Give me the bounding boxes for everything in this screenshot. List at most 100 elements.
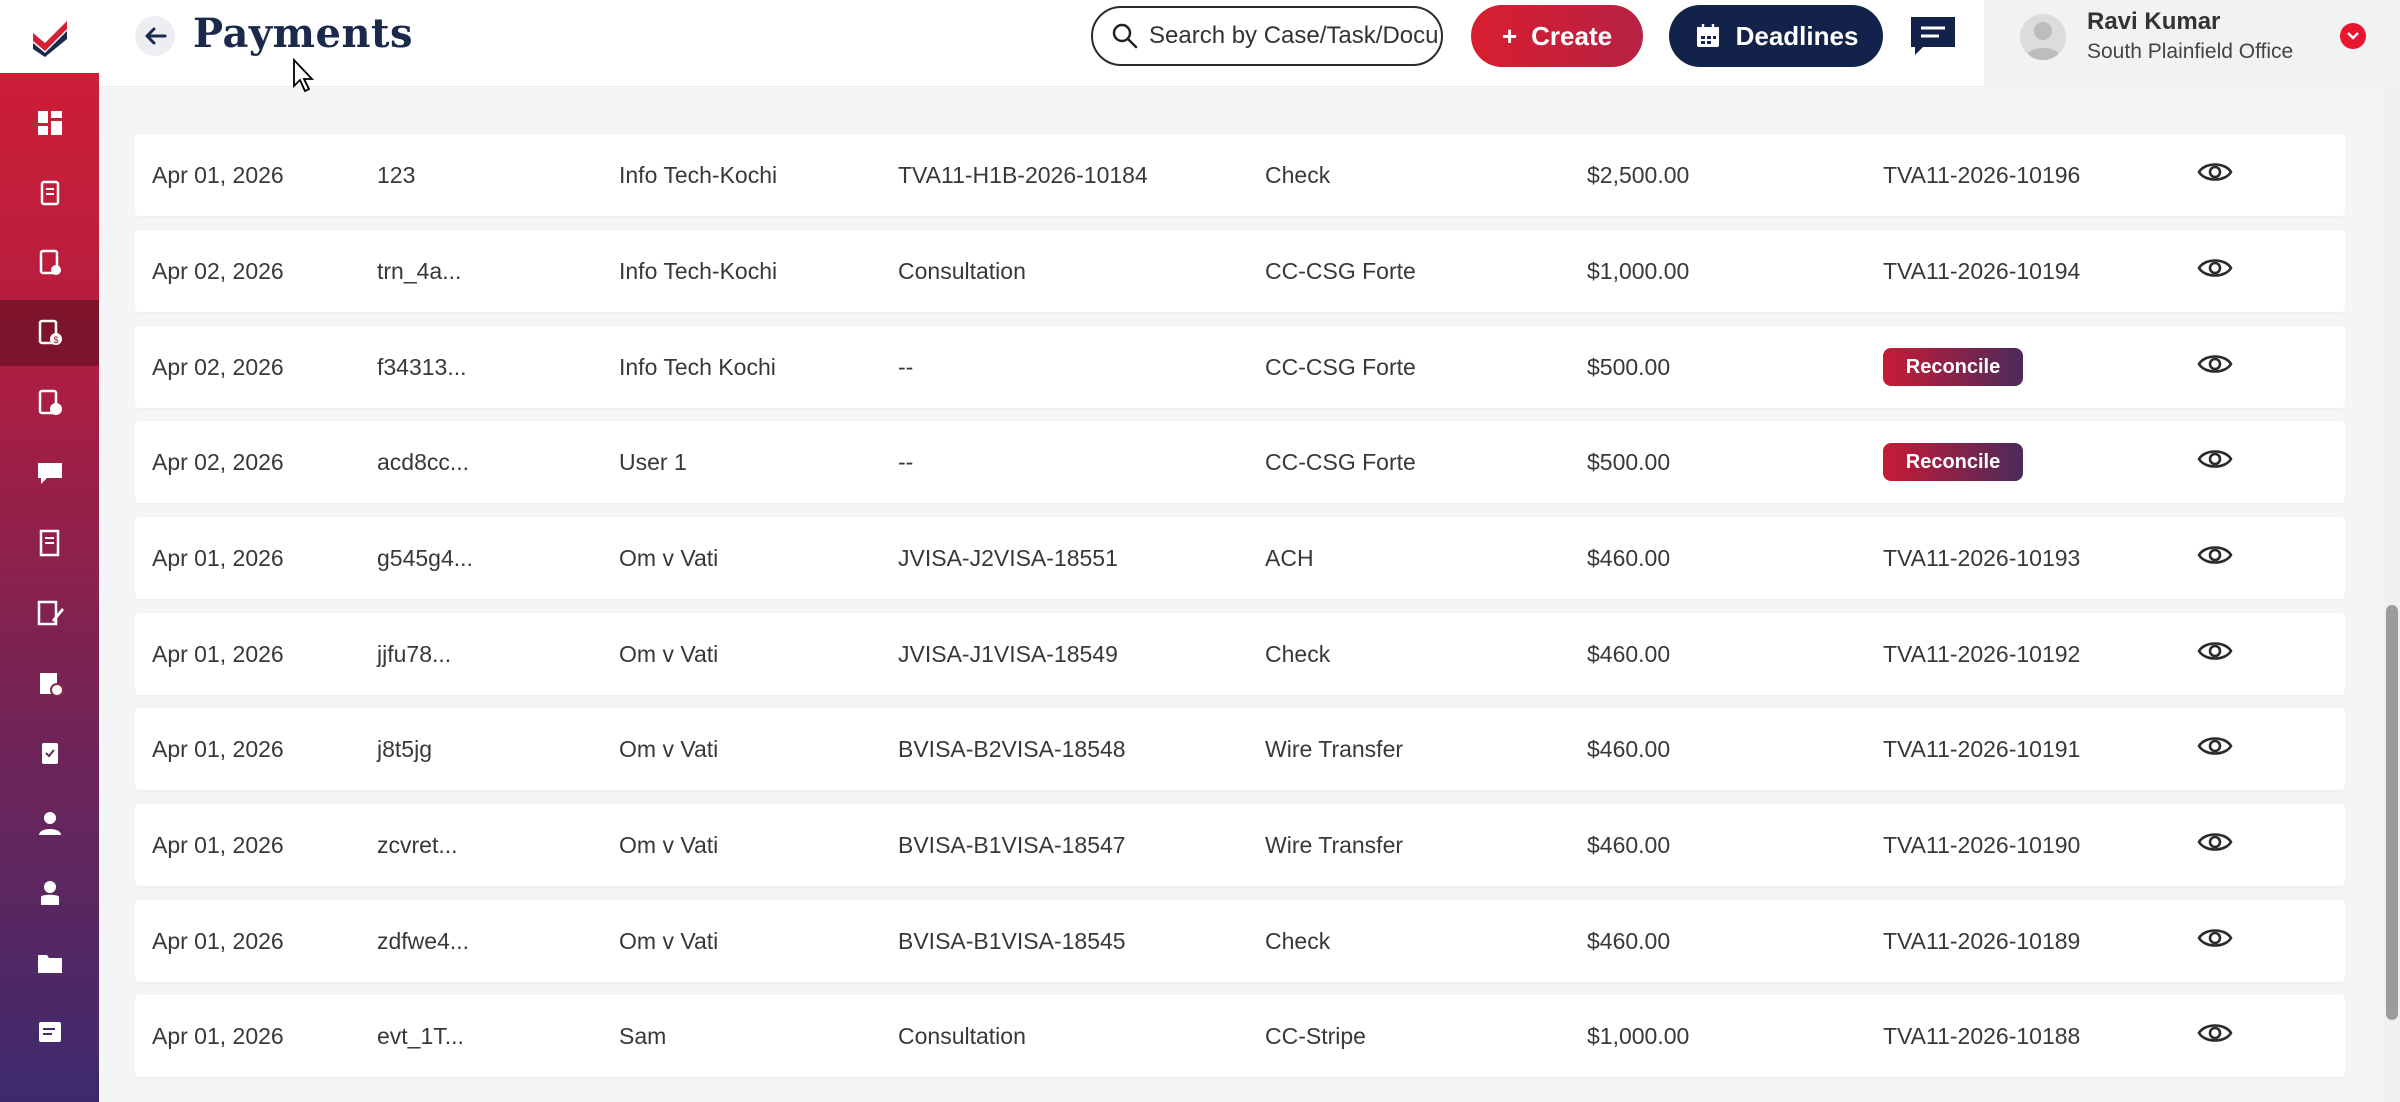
client-cell: Om v Vati xyxy=(619,641,719,667)
transaction-id-cell: 123 xyxy=(377,162,416,188)
arrow-left-icon xyxy=(145,27,167,45)
invoice-cell[interactable]: TVA11-2026-10194 xyxy=(1883,230,2080,312)
invoice-cell[interactable]: TVA11-2026-10189 xyxy=(1883,900,2080,982)
amount-cell: $500.00 xyxy=(1587,354,1671,380)
invoice-cell[interactable]: TVA11-2026-10192 xyxy=(1883,613,2080,695)
reconcile-button[interactable]: Reconcile xyxy=(1883,443,2023,481)
invoice-cell[interactable]: TVA11-2026-10196 xyxy=(1883,134,2080,216)
notes-edit-icon xyxy=(37,600,64,626)
transaction-id-cell: zdfwe4... xyxy=(377,928,470,954)
view-button[interactable] xyxy=(2197,540,2233,574)
view-button[interactable] xyxy=(2197,253,2233,287)
invoice-cell[interactable]: TVA11-2026-10193 xyxy=(1883,517,2080,599)
dashboard-icon xyxy=(37,111,62,135)
client-cell: Om v Vati xyxy=(619,545,719,571)
scrollbar-thumb[interactable] xyxy=(2386,605,2398,1020)
case-cell: TVA11-H1B-2026-10184 xyxy=(898,162,1148,188)
payment-method-cell: Check xyxy=(1265,162,1331,188)
back-button[interactable] xyxy=(135,16,175,56)
transaction-id-cell: f34313... xyxy=(377,354,467,380)
svg-text:$: $ xyxy=(53,335,58,345)
user-menu[interactable]: Ravi Kumar South Plainfield Office xyxy=(1984,0,2400,87)
date-cell: Apr 01, 2026 xyxy=(152,1023,284,1049)
sidebar-item-messages[interactable] xyxy=(0,440,99,506)
view-button[interactable] xyxy=(2197,827,2233,861)
user-name: Ravi Kumar xyxy=(2087,8,2221,35)
table-row[interactable]: Apr 01, 2026 zdfwe4... Om v Vati BVISA-B1VI… xyxy=(135,900,2345,982)
table-row[interactable]: Apr 01, 2026 zcvret... Om v Vati BVISA-B1VI… xyxy=(135,804,2345,886)
view-button[interactable] xyxy=(2197,1018,2233,1052)
deadlines-button[interactable]: Deadlines xyxy=(1669,5,1883,67)
table-row[interactable]: Apr 02, 2026 f34313... Info Tech Kochi -- CC… xyxy=(135,326,2345,408)
deadlines-button-label: Deadlines xyxy=(1735,20,1859,51)
payment-method-cell: CC-CSG Forte xyxy=(1265,354,1416,380)
sidebar-item-folders[interactable] xyxy=(0,930,99,996)
case-cell: -- xyxy=(898,449,914,475)
search-icon xyxy=(1112,23,1138,49)
view-button[interactable] xyxy=(2197,731,2233,765)
chat-icon xyxy=(1911,17,1955,55)
table-row[interactable]: Apr 01, 2026 123 Info Tech-Kochi TVA11-H1B-… xyxy=(135,134,2345,216)
payment-method-cell: CC-Stripe xyxy=(1265,1023,1366,1049)
view-button[interactable] xyxy=(2197,349,2233,383)
search-input[interactable] xyxy=(1149,22,1439,50)
search-box[interactable] xyxy=(1091,6,1443,66)
table-row[interactable]: Apr 02, 2026 acd8cc... User 1 -- CC-CSG Fort… xyxy=(135,421,2345,503)
table-row[interactable]: Apr 02, 2026 trn_4a... Info Tech-Kochi Cons… xyxy=(135,230,2345,312)
view-button[interactable] xyxy=(2197,444,2233,478)
contacts-icon xyxy=(38,812,61,835)
payment-method-cell: ACH xyxy=(1265,545,1314,571)
invoice-check-icon xyxy=(38,389,62,415)
table-row[interactable]: Apr 01, 2026 jjfu78... Om v Vati JVISA-J1VI… xyxy=(135,613,2345,695)
sidebar-item-invoices[interactable] xyxy=(0,370,99,436)
sidebar-item-ledger[interactable] xyxy=(0,510,99,576)
case-cell: Consultation xyxy=(898,1023,1026,1049)
amount-cell: $1,000.00 xyxy=(1587,258,1690,284)
app-logo[interactable] xyxy=(0,0,99,73)
sidebar-item-documents[interactable] xyxy=(0,160,99,226)
user-avatar-icon xyxy=(2025,22,2061,60)
sidebar-item-dashboard[interactable] xyxy=(0,90,99,156)
sidebar-item-notes[interactable] xyxy=(0,580,99,646)
user-menu-toggle[interactable] xyxy=(2340,23,2366,49)
eye-icon xyxy=(2197,1024,2233,1042)
view-button[interactable] xyxy=(2197,923,2233,957)
date-cell: Apr 02, 2026 xyxy=(152,449,284,475)
view-button[interactable] xyxy=(2197,636,2233,670)
date-cell: Apr 01, 2026 xyxy=(152,545,284,571)
invoice-cell[interactable]: TVA11-2026-10191 xyxy=(1883,708,2080,790)
amount-cell: $460.00 xyxy=(1587,545,1671,571)
amount-cell: $460.00 xyxy=(1587,736,1671,762)
sidebar-item-forms[interactable] xyxy=(0,230,99,296)
create-button[interactable]: + Create xyxy=(1471,5,1643,67)
sidebar-item-users[interactable] xyxy=(0,860,99,926)
table-row[interactable]: Apr 01, 2026 g545g4... Om v Vati JVISA-J2VI… xyxy=(135,517,2345,599)
sidebar-item-tasks[interactable] xyxy=(0,720,99,786)
chat-button[interactable] xyxy=(1909,14,1957,58)
case-cell: JVISA-J2VISA-18551 xyxy=(898,545,1118,571)
client-cell: Om v Vati xyxy=(619,832,719,858)
sidebar-item-contacts[interactable] xyxy=(0,790,99,856)
transaction-id-cell: zcvret... xyxy=(377,832,458,858)
date-cell: Apr 02, 2026 xyxy=(152,354,284,380)
view-button[interactable] xyxy=(2197,157,2233,191)
client-cell: Om v Vati xyxy=(619,736,719,762)
amount-cell: $460.00 xyxy=(1587,928,1671,954)
sidebar-item-payments[interactable]: $ xyxy=(0,300,99,366)
case-cell: BVISA-B1VISA-18545 xyxy=(898,928,1126,954)
sidebar-item-reports[interactable] xyxy=(0,650,99,716)
sidebar-item-notepad[interactable] xyxy=(0,1000,99,1066)
reconcile-button[interactable]: Reconcile xyxy=(1883,348,2023,386)
invoice-cell[interactable]: TVA11-2026-10188 xyxy=(1883,995,2080,1077)
logo-icon xyxy=(32,20,67,57)
invoice-cell[interactable]: TVA11-2026-10190 xyxy=(1883,804,2080,886)
amount-cell: $1,000.00 xyxy=(1587,1023,1690,1049)
table-row[interactable]: Apr 01, 2026 evt_1T... Sam Consultation CC-S… xyxy=(135,995,2345,1077)
amount-cell: $2,500.00 xyxy=(1587,162,1690,188)
client-cell: Om v Vati xyxy=(619,928,719,954)
create-button-label: Create xyxy=(1531,20,1613,51)
eye-icon xyxy=(2197,929,2233,947)
date-cell: Apr 01, 2026 xyxy=(152,928,284,954)
transaction-id-cell: trn_4a... xyxy=(377,258,462,284)
table-row[interactable]: Apr 01, 2026 j8t5jg Om v Vati BVISA-B2VISA-… xyxy=(135,708,2345,790)
